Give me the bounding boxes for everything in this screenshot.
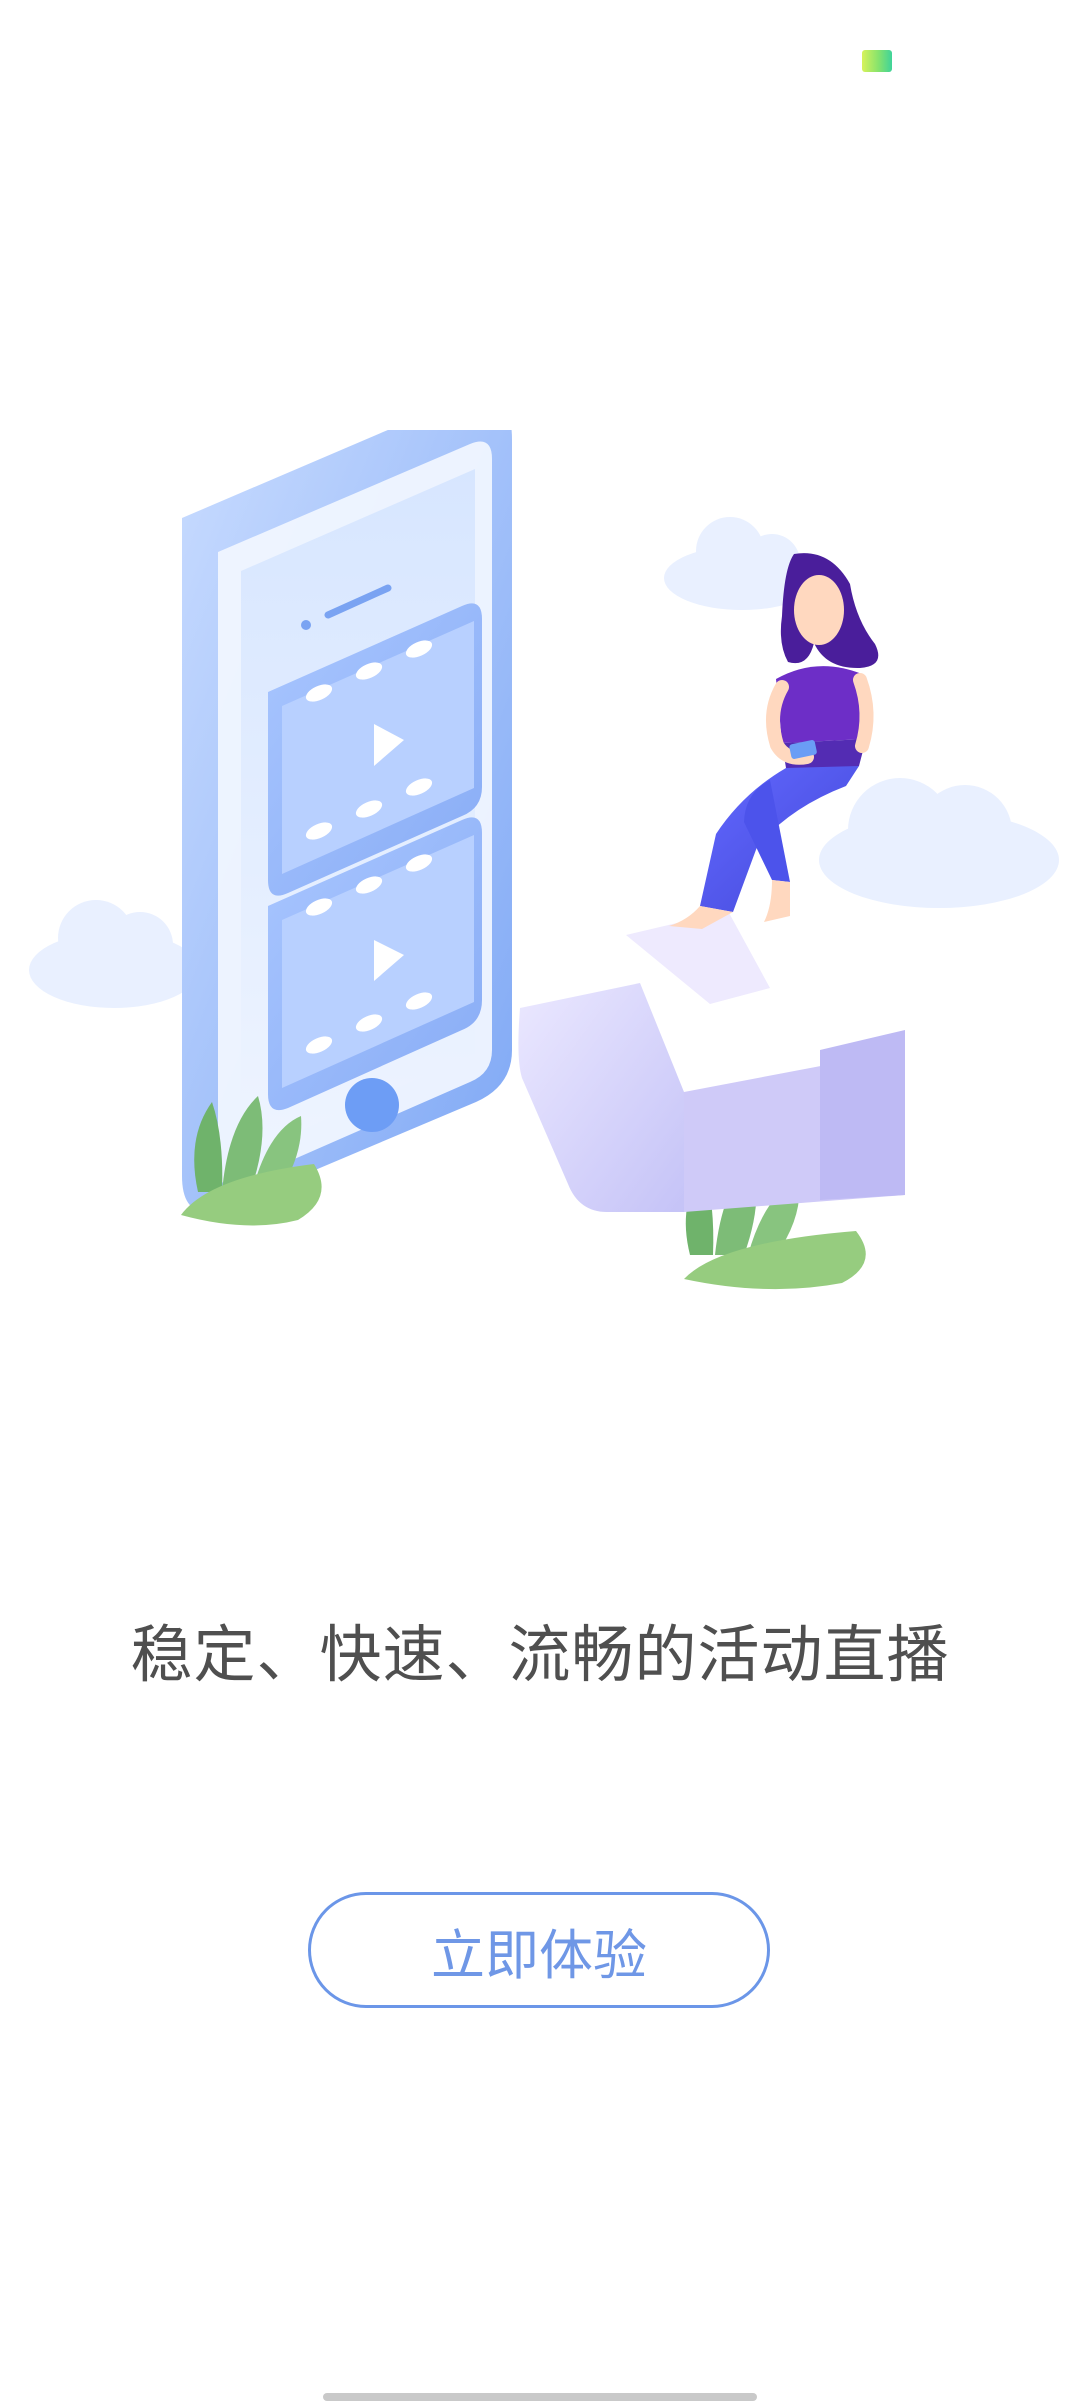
phone-video-illustration-icon bbox=[29, 430, 1059, 1290]
start-experience-button-label: 立即体验 bbox=[431, 1923, 647, 1987]
home-indicator[interactable] bbox=[323, 2393, 757, 2401]
cloud-icon bbox=[29, 900, 199, 1008]
start-experience-button[interactable]: 立即体验 bbox=[308, 1892, 770, 2008]
onboarding-tagline: 稳定、快速、流畅的活动直播 bbox=[130, 1618, 950, 1691]
status-badge-icon bbox=[862, 50, 892, 72]
thumbs-up-seat-icon bbox=[518, 911, 905, 1212]
cloud-icon bbox=[819, 778, 1059, 908]
